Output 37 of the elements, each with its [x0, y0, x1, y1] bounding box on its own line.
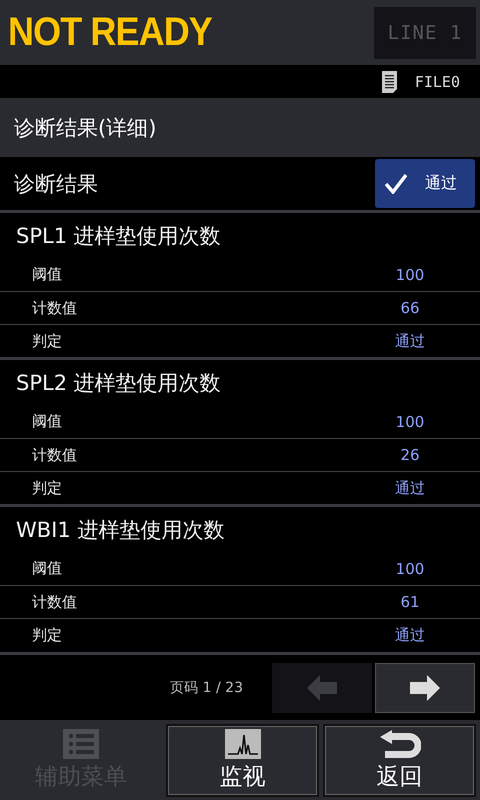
row-label: 阈值 — [32, 265, 63, 284]
list-icon — [63, 729, 99, 759]
row-value: 100 — [394, 266, 426, 284]
section-title: SPL2 进样垫使用次数 — [15, 370, 222, 396]
waveform-icon — [224, 729, 260, 759]
row-value: 通过 — [394, 478, 426, 498]
result-label: 诊断结果 — [14, 170, 98, 198]
file-name: FILE0 — [414, 72, 460, 90]
nav-button[interactable]: 监视 — [166, 724, 319, 797]
nav-button[interactable]: 返回 — [323, 724, 476, 797]
status-label: NOT READY — [8, 10, 212, 55]
pass-badge: 通过 — [375, 159, 475, 208]
page-indicator: 页码 1 / 23 — [170, 678, 243, 696]
row-label: 计数值 — [32, 592, 78, 612]
row-value: 100 — [394, 412, 426, 430]
row-value: 66 — [399, 299, 421, 317]
section-title: SPL1 进样垫使用次数 — [15, 222, 222, 250]
row-value: 61 — [399, 593, 421, 611]
section-title: WBI1 进样垫使用次数 — [15, 516, 226, 544]
row-label: 计数值 — [32, 298, 78, 318]
row-value: 通过 — [394, 332, 426, 350]
page-title: 诊断结果(详细) — [14, 114, 156, 142]
row-value: 通过 — [394, 626, 426, 644]
check-icon — [385, 174, 407, 194]
row-label: 阈值 — [32, 412, 63, 431]
return-arrow-icon — [378, 729, 420, 759]
row-label: 判定 — [32, 478, 63, 498]
next-page-button[interactable] — [375, 662, 475, 712]
row-label: 判定 — [32, 626, 63, 644]
right-arrow-icon — [410, 674, 440, 700]
row-label: 计数值 — [32, 446, 78, 464]
row-label: 判定 — [32, 332, 63, 350]
document-icon — [382, 70, 397, 92]
row-label: 阈值 — [32, 559, 63, 578]
row-value: 26 — [399, 446, 421, 464]
left-arrow-icon — [307, 674, 337, 700]
row-value: 100 — [394, 560, 426, 578]
